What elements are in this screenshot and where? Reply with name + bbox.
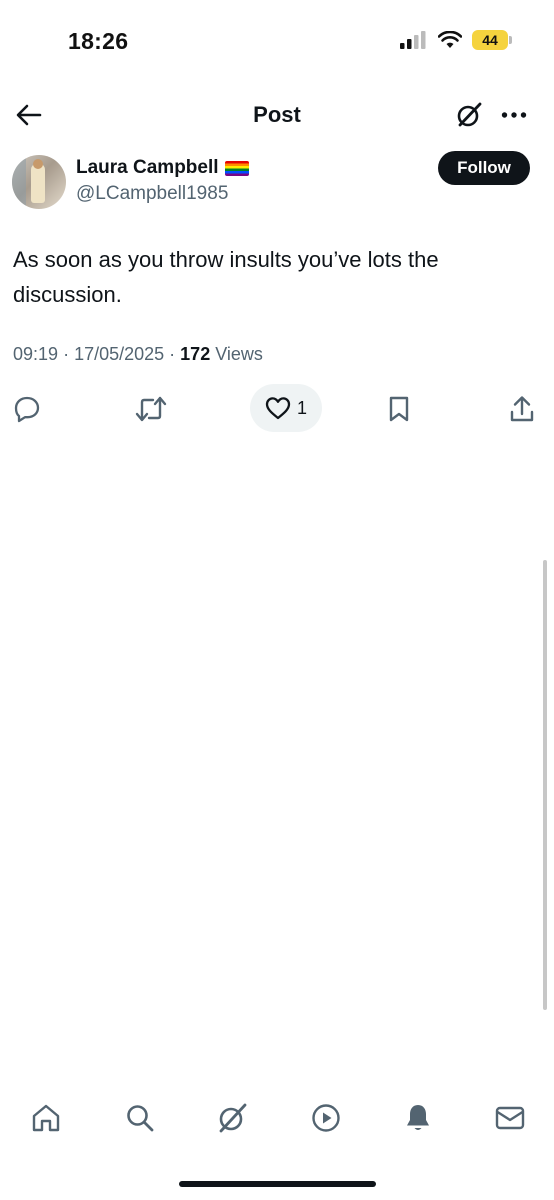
like-count: 1 <box>296 397 307 418</box>
status-time: 18:26 <box>68 28 129 54</box>
tab-video[interactable] <box>306 1098 346 1138</box>
post-time[interactable]: 09:19 <box>13 344 58 364</box>
reply-button[interactable] <box>10 384 44 434</box>
grok-button[interactable] <box>452 98 486 132</box>
rainbow-flag-icon <box>224 160 249 176</box>
tab-messages[interactable] <box>490 1098 530 1138</box>
grok-icon <box>457 102 482 127</box>
status-indicators: 44 <box>400 30 512 50</box>
meta-separator: · <box>63 344 75 364</box>
author-name-text: Laura Campbell <box>76 157 219 178</box>
post-meta: 09:19 · 17/05/2025 · 172 Views <box>13 344 263 365</box>
play-circle-icon <box>312 1104 340 1132</box>
grok-icon <box>219 1103 247 1133</box>
post-date[interactable]: 17/05/2025 <box>74 344 164 364</box>
bookmark-button[interactable] <box>382 384 416 434</box>
home-indicator[interactable] <box>179 1181 376 1187</box>
more-options-button[interactable] <box>497 98 531 132</box>
bottom-tab-bar <box>0 1090 554 1146</box>
author-handle[interactable]: @LCampbell1985 <box>76 183 228 205</box>
battery-indicator: 44 <box>472 30 512 50</box>
status-bar: 18:26 44 <box>0 0 554 80</box>
post-text: As soon as you throw insults you’ve lots… <box>13 247 439 307</box>
tab-home[interactable] <box>26 1098 66 1138</box>
share-icon <box>510 396 534 422</box>
signal-icon <box>400 31 426 49</box>
envelope-icon <box>495 1106 525 1130</box>
tab-search[interactable] <box>120 1098 160 1138</box>
scrollbar[interactable] <box>543 560 547 1010</box>
bell-icon <box>407 1105 429 1130</box>
reply-icon <box>14 396 40 423</box>
wifi-icon <box>438 31 462 48</box>
post-header: Post <box>0 92 554 138</box>
repost-button[interactable] <box>134 384 168 434</box>
tab-grok[interactable] <box>212 1098 252 1138</box>
share-button[interactable] <box>505 384 539 434</box>
avatar-head <box>33 159 43 169</box>
follow-button[interactable]: Follow <box>438 151 530 185</box>
author-name[interactable]: Laura Campbell <box>76 157 249 179</box>
avatar-figure <box>31 163 45 203</box>
avatar-background <box>12 155 26 209</box>
bookmark-icon <box>389 396 409 422</box>
post-actions: 1 <box>0 384 554 434</box>
like-button[interactable]: 1 <box>250 384 322 432</box>
search-icon <box>127 1105 154 1132</box>
views-label[interactable]: Views <box>215 344 263 364</box>
views-count[interactable]: 172 <box>180 344 210 364</box>
repost-icon <box>135 396 167 422</box>
tab-notifications[interactable] <box>398 1098 438 1138</box>
meta-separator: · <box>169 344 181 364</box>
more-dots-icon <box>501 112 527 118</box>
home-icon <box>32 1104 60 1132</box>
avatar[interactable] <box>12 155 66 209</box>
heart-icon <box>265 397 291 420</box>
